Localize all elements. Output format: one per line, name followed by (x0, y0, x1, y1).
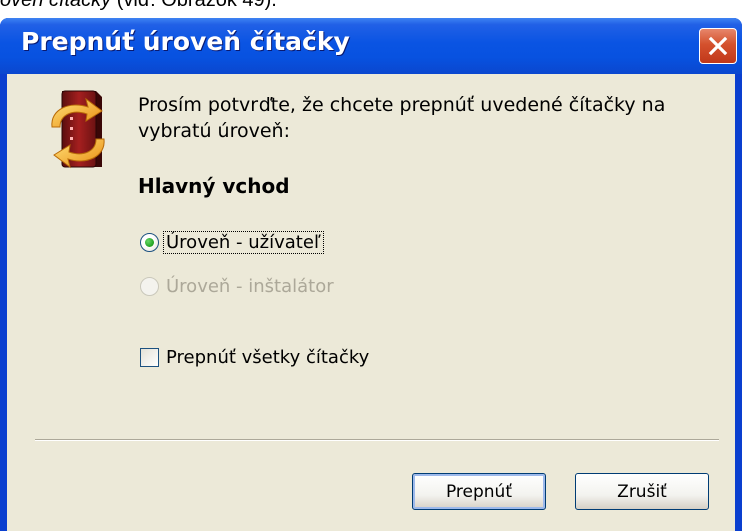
card-reader-switch-icon (51, 90, 105, 169)
switch-all-readers[interactable]: Prepnúť všetky čítačky (140, 342, 371, 372)
document-caption-italic: oveň čítačky (0, 0, 112, 11)
switch-button[interactable]: Prepnúť (412, 473, 546, 510)
dialog-body: Prosím potvrďte, že chcete prepnúť uvede… (7, 74, 735, 531)
switch-all-checkbox[interactable] (140, 347, 159, 367)
dialog-title: Prepnúť úroveň čítačky (21, 27, 350, 56)
option-user-level[interactable]: Úroveň - užívateľ (140, 227, 324, 257)
user-level-radio[interactable] (140, 232, 159, 252)
document-caption: oveň čítačky (viď: Obrázok 49). (0, 0, 277, 12)
section-heading: Hlavný vchod (138, 174, 290, 198)
close-button[interactable] (699, 28, 737, 64)
installer-level-label: Úroveň - inštalátor (166, 275, 334, 297)
option-installer-level: Úroveň - inštalátor (140, 271, 336, 301)
installer-level-radio (140, 276, 159, 296)
title-bar[interactable]: Prepnúť úroveň čítačky (0, 18, 742, 74)
user-level-label[interactable]: Úroveň - užívateľ (163, 230, 324, 254)
confirmation-prompt: Prosím potvrďte, že chcete prepnúť uvede… (138, 94, 666, 142)
close-icon (708, 36, 728, 56)
separator (35, 439, 719, 441)
switch-reader-level-dialog: Prepnúť úroveň čítačky Prosím potvrďte, … (0, 18, 742, 531)
cancel-button[interactable]: Zrušiť (575, 473, 709, 510)
switch-all-label[interactable]: Prepnúť všetky čítačky (164, 347, 371, 368)
document-caption-reference: (viď: Obrázok 49). (111, 0, 277, 11)
